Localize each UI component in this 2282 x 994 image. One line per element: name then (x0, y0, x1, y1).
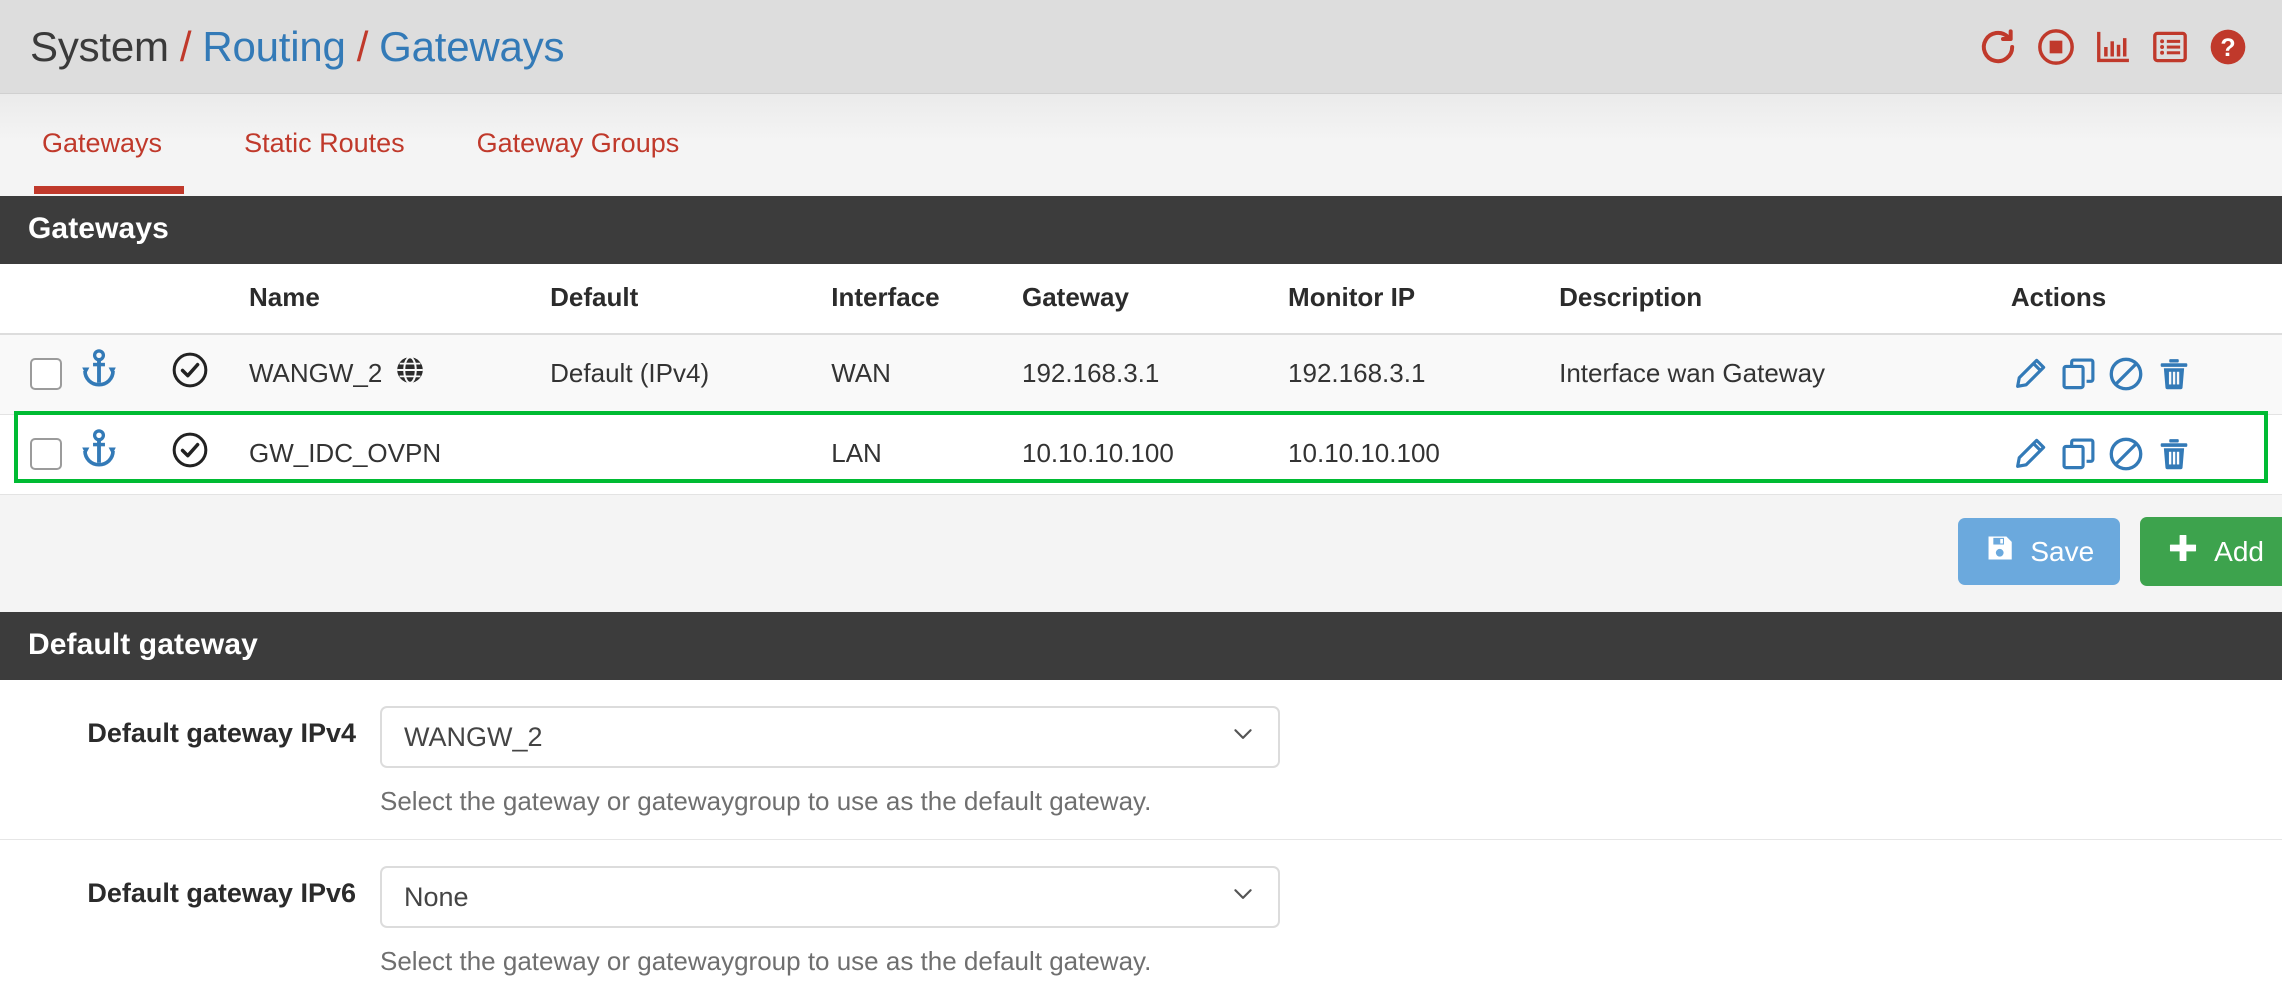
breadcrumb-link-gateways[interactable]: Gateways (379, 23, 564, 71)
log-icon[interactable] (2151, 28, 2189, 66)
breadcrumb-separator-1: / (179, 22, 192, 70)
anchor-icon (78, 429, 120, 478)
col-select (0, 264, 171, 335)
tab-gateway-groups[interactable]: Gateway Groups (441, 122, 716, 194)
table-row[interactable]: GW_IDC_OVPN LAN 10.10.10.100 10.10.10.10… (0, 414, 2282, 495)
add-button-label: Add (2214, 535, 2264, 567)
default-gateway-ipv4-select[interactable]: WANGW_2 (380, 706, 1280, 768)
default-gateway-ipv6-row: Default gateway IPv6 None Select the gat… (0, 840, 2282, 994)
default-gateway-ipv6-value: None (404, 881, 469, 912)
default-gateway-ipv4-field: WANGW_2 Select the gateway or gatewaygro… (380, 706, 1320, 817)
row-status-cell (170, 414, 249, 495)
edit-icon[interactable] (2011, 435, 2049, 473)
row-default-cell: Default (IPv4) (550, 334, 832, 415)
tab-bar: Gateways Static Routes Gateway Groups (0, 94, 2282, 196)
row-actions-cell (2010, 334, 2282, 415)
anchor-icon (78, 349, 120, 398)
add-button[interactable]: Add (2140, 517, 2282, 586)
svg-text:?: ? (2220, 34, 2235, 62)
status-ok-icon (171, 352, 209, 395)
default-gateway-ipv6-field: None Select the gateway or gatewaygroup … (380, 866, 1320, 977)
row-select-cell (0, 334, 171, 415)
copy-icon[interactable] (2059, 435, 2097, 473)
gateway-name: GW_IDC_OVPN (248, 438, 442, 468)
row-actions-cell (2010, 414, 2282, 495)
table-row[interactable]: WANGW_2 Default (IPv4) WAN 192.168.3.1 1… (0, 334, 2282, 415)
col-actions: Actions (2010, 264, 2282, 335)
gateways-panel-title: Gateways (0, 196, 2282, 264)
edit-icon[interactable] (2011, 355, 2049, 393)
chevron-down-icon (1230, 721, 1256, 754)
default-gateway-panel-title: Default gateway (0, 612, 2282, 680)
col-interface: Interface (831, 264, 1022, 335)
default-gateway-panel: Default gateway Default gateway IPv4 WAN… (0, 612, 2282, 994)
breadcrumb-link-routing[interactable]: Routing (202, 23, 346, 71)
default-gateway-ipv4-help: Select the gateway or gatewaygroup to us… (380, 786, 1152, 816)
col-status (170, 264, 249, 335)
chevron-down-icon (1230, 881, 1256, 914)
breadcrumb: System / Routing / Gateways (30, 22, 565, 71)
gateways-table: Name Default Interface Gateway Monitor I… (0, 264, 2282, 495)
row-monitor-ip-cell: 10.10.10.100 (1288, 414, 1560, 495)
col-description: Description (1559, 264, 2011, 335)
breadcrumb-separator-2: / (356, 22, 369, 70)
disable-icon[interactable] (2107, 435, 2145, 473)
row-checkbox[interactable] (30, 357, 62, 390)
tab-gateways[interactable]: Gateways (34, 122, 208, 194)
page-header: System / Routing / Gateways ? (0, 0, 2282, 94)
breadcrumb-root: System (30, 22, 169, 70)
gateways-table-wrap: Name Default Interface Gateway Monitor I… (0, 264, 2282, 495)
row-name-cell: GW_IDC_OVPN (248, 414, 551, 495)
tab-gateways-label: Gateways (42, 128, 163, 158)
row-description-cell (1559, 414, 2011, 495)
gateways-panel: Gateways Name Default Interface Gateway … (0, 196, 2282, 495)
table-header-row: Name Default Interface Gateway Monitor I… (0, 264, 2282, 335)
save-button-label: Save (2030, 535, 2095, 567)
default-gateway-ipv4-label: Default gateway IPv4 (87, 718, 356, 748)
chart-icon[interactable] (2094, 28, 2132, 66)
row-default-cell (550, 414, 832, 495)
restart-icon[interactable] (1978, 27, 2018, 67)
row-gateway-cell: 192.168.3.1 (1022, 334, 1289, 415)
table-button-bar: Save Add (0, 495, 2282, 612)
row-status-cell (170, 334, 249, 415)
default-gateway-ipv4-value: WANGW_2 (404, 721, 543, 752)
row-interface-cell: LAN (831, 414, 1022, 495)
row-name-cell: WANGW_2 (248, 334, 551, 415)
default-gateway-ipv6-label: Default gateway IPv6 (87, 878, 356, 908)
copy-icon[interactable] (2059, 355, 2097, 393)
plus-icon (2166, 531, 2200, 572)
tab-static-routes-label: Static Routes (244, 128, 405, 158)
col-default: Default (550, 264, 832, 335)
default-gateway-ipv4-row: Default gateway IPv4 WANGW_2 Select the … (0, 680, 2282, 840)
status-ok-icon (171, 432, 209, 475)
row-select-cell (0, 414, 171, 495)
tab-static-routes[interactable]: Static Routes (208, 122, 441, 194)
delete-icon[interactable] (2155, 355, 2193, 393)
row-gateway-cell: 10.10.10.100 (1022, 414, 1289, 495)
save-button[interactable]: Save (1958, 518, 2121, 585)
help-icon[interactable]: ? (2208, 27, 2248, 67)
default-gateway-ipv6-select[interactable]: None (380, 866, 1280, 928)
tab-gateway-groups-label: Gateway Groups (476, 128, 680, 158)
row-checkbox[interactable] (30, 437, 62, 470)
header-icon-group: ? (1978, 27, 2248, 67)
col-gateway: Gateway (1022, 264, 1289, 335)
row-description-cell: Interface wan Gateway (1559, 334, 2011, 415)
delete-icon[interactable] (2155, 435, 2193, 473)
row-interface-cell: WAN (831, 334, 1022, 415)
col-monitor-ip: Monitor IP (1288, 264, 1560, 335)
row-monitor-ip-cell: 192.168.3.1 (1288, 334, 1560, 415)
disable-icon[interactable] (2107, 355, 2145, 393)
default-gateway-ipv6-help: Select the gateway or gatewaygroup to us… (380, 946, 1152, 976)
col-name: Name (248, 264, 551, 335)
globe-icon (394, 354, 426, 393)
save-icon (1984, 532, 2016, 571)
gateway-name: WANGW_2 (248, 358, 383, 388)
stop-icon[interactable] (2037, 28, 2075, 66)
